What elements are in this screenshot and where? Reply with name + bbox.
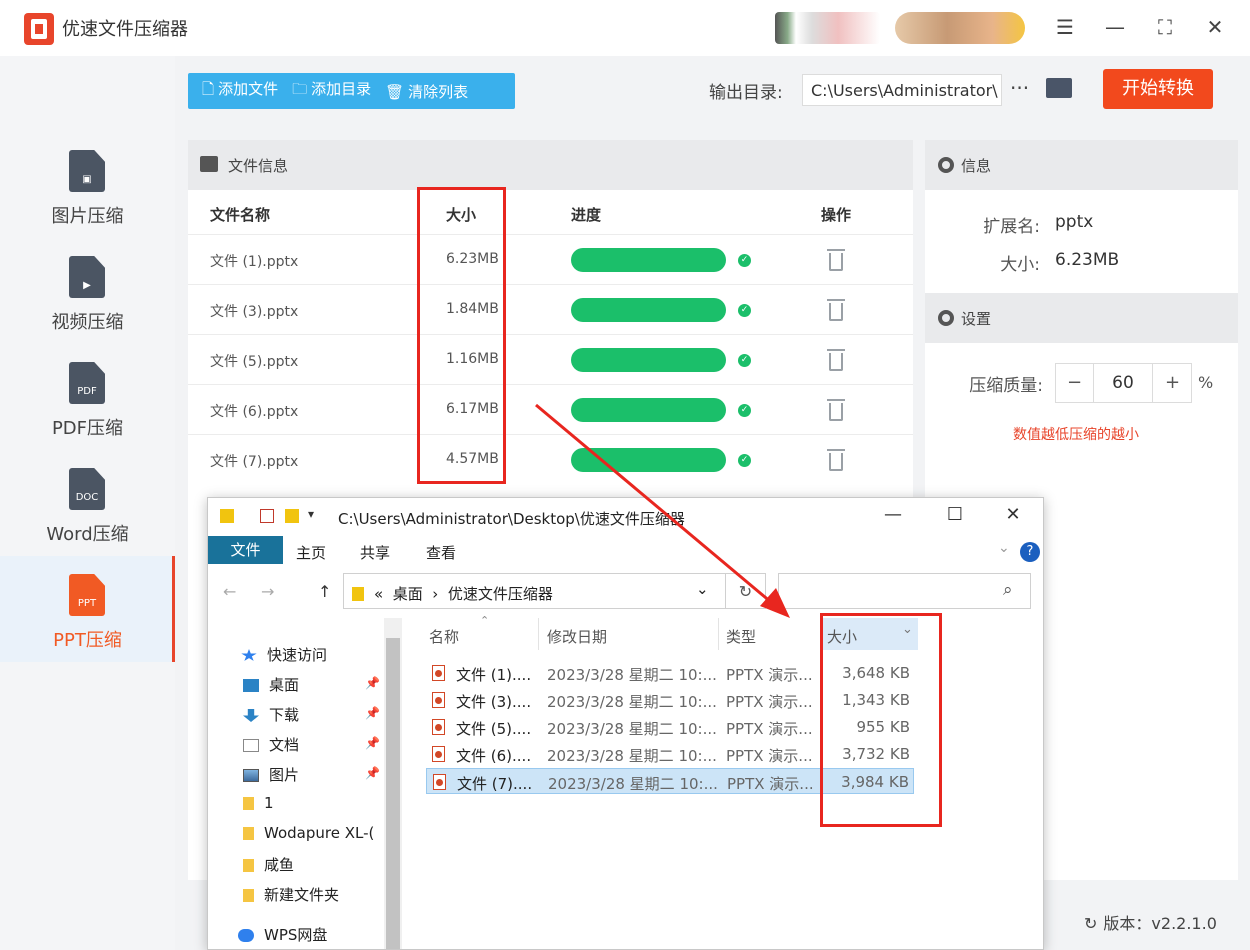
arrow-line	[535, 403, 779, 610]
arrow-head	[760, 588, 790, 618]
annotation-arrow	[535, 403, 790, 618]
